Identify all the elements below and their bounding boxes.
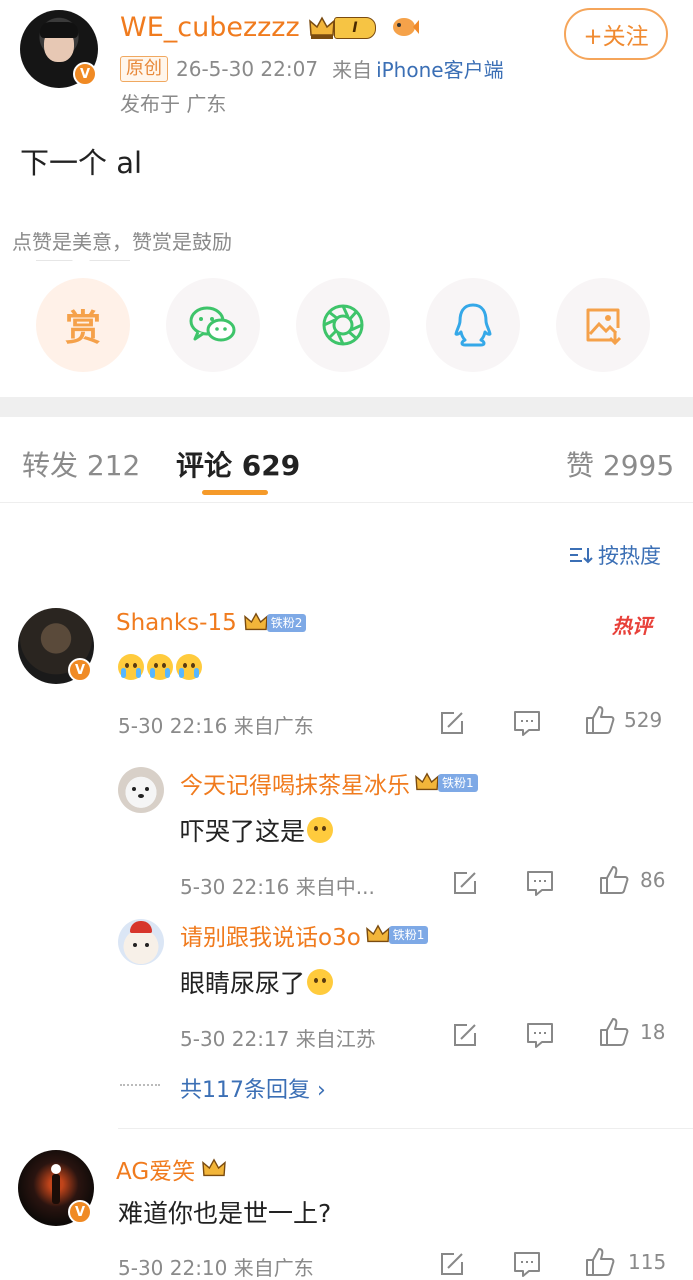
tab-repost[interactable]: 转发 212	[22, 444, 140, 484]
sort-label: 按热度	[598, 544, 661, 568]
comment-like-button[interactable]: 115	[584, 1246, 666, 1278]
like-count: 86	[640, 868, 666, 892]
share-qq-button[interactable]	[426, 278, 520, 372]
reply-like-button[interactable]: 86	[598, 864, 665, 896]
section-divider	[0, 397, 693, 417]
wechat-icon	[189, 306, 236, 342]
active-tab-indicator	[202, 490, 268, 495]
like-count: 18	[640, 1020, 666, 1044]
comment-repost-icon[interactable]	[438, 709, 466, 741]
teary-emoji-icon	[307, 969, 334, 995]
moments-icon	[322, 304, 364, 346]
crown-icon	[243, 612, 268, 631]
comment-like-button[interactable]: 529	[584, 704, 662, 736]
like-count: 529	[624, 708, 663, 732]
reply-time: 5-30 22:16 来自中...	[180, 875, 375, 899]
thumbs-up-icon	[586, 1248, 615, 1276]
reply-like-button[interactable]: 18	[598, 1016, 665, 1048]
hot-comment-tag: 热评	[612, 614, 652, 638]
crown-icon	[202, 1158, 226, 1177]
crying-emoji-icon	[147, 654, 173, 680]
reply-text: 眼睛尿尿了	[180, 964, 334, 1000]
reward-icon: 赏	[64, 308, 101, 349]
comment-time: 5-30 22:10 来自广东	[118, 1256, 314, 1280]
post-location: 发布于 广东	[120, 92, 227, 116]
thumbs-up-icon	[586, 706, 615, 734]
fan-level-badge: 铁粉2	[266, 614, 307, 632]
comment-time: 5-30 22:16 来自广东	[118, 714, 314, 738]
tabs-divider	[0, 502, 693, 503]
save-image-icon	[586, 308, 622, 346]
comment-reply-icon[interactable]	[512, 709, 542, 741]
follow-button[interactable]: +关注	[564, 8, 668, 60]
share-moments-button[interactable]	[296, 278, 390, 372]
crown-level-icon: I	[308, 14, 380, 42]
post-source[interactable]: iPhone客户端	[376, 54, 504, 83]
comment-reply-icon[interactable]	[512, 1250, 542, 1280]
reply-text: 吓哭了这是	[180, 812, 334, 848]
sort-icon	[570, 548, 593, 564]
fan-level-badge: 铁粉1	[388, 926, 429, 944]
tab-comments[interactable]: 评论 629	[176, 444, 300, 484]
reply-time: 5-30 22:17 来自江苏	[180, 1027, 376, 1051]
fish-badge-icon	[390, 14, 420, 40]
more-replies-dots	[120, 1084, 160, 1086]
save-image-button[interactable]	[556, 278, 650, 372]
reward-prompt-pointer	[72, 260, 90, 269]
level-badge: I	[334, 17, 376, 39]
crown-icon	[415, 772, 439, 791]
tab-likes[interactable]: 赞 2995	[566, 444, 674, 484]
crying-emoji-row	[118, 654, 202, 680]
crying-emoji-icon	[118, 654, 144, 680]
post-content: 下一个 al	[20, 146, 143, 180]
reply-avatar[interactable]	[118, 767, 164, 813]
thumbs-up-icon	[600, 866, 629, 894]
reward-button[interactable]: 赏	[36, 278, 130, 372]
comment-divider	[118, 1128, 693, 1129]
post-timestamp: 26-5-30 22:07	[176, 56, 319, 81]
commenter-name[interactable]: AG爱笑	[116, 1152, 195, 1186]
like-count: 115	[628, 1250, 667, 1274]
reply-avatar[interactable]	[118, 919, 164, 965]
reward-prompt: 点赞是美意，赞赏是鼓励	[12, 230, 232, 254]
sort-button[interactable]: 按热度	[568, 540, 661, 570]
thumbs-up-icon	[600, 1018, 629, 1046]
reply-repost-icon[interactable]	[451, 1021, 479, 1053]
comment-repost-icon[interactable]	[438, 1250, 466, 1280]
scared-emoji-icon	[307, 817, 334, 843]
post-source-prefix: 来自	[332, 58, 373, 82]
commenter-name[interactable]: Shanks-15	[116, 610, 237, 636]
verified-badge-icon: V	[73, 62, 97, 86]
verified-badge-icon: V	[68, 1200, 92, 1224]
crown-icon	[365, 924, 390, 943]
reply-author-name[interactable]: 今天记得喝抹茶星冰乐	[180, 766, 410, 800]
reply-reply-icon[interactable]	[525, 869, 555, 901]
author-name[interactable]: WE_cubezzzz	[120, 12, 300, 43]
fan-level-badge: 铁粉1	[438, 774, 478, 792]
crying-emoji-icon	[176, 654, 202, 680]
original-tag: 原创	[120, 55, 168, 82]
share-wechat-button[interactable]	[166, 278, 260, 372]
reply-author-name[interactable]: 请别跟我说话o3o	[180, 918, 361, 952]
verified-badge-icon: V	[68, 658, 92, 682]
reply-repost-icon[interactable]	[451, 869, 479, 901]
follow-label: +关注	[583, 24, 649, 50]
reply-reply-icon[interactable]	[525, 1021, 555, 1053]
more-replies-link[interactable]: 共117条回复 ›	[180, 1072, 326, 1104]
comment-text: 难道你也是世一上?	[118, 1199, 332, 1228]
qq-icon	[454, 303, 492, 347]
